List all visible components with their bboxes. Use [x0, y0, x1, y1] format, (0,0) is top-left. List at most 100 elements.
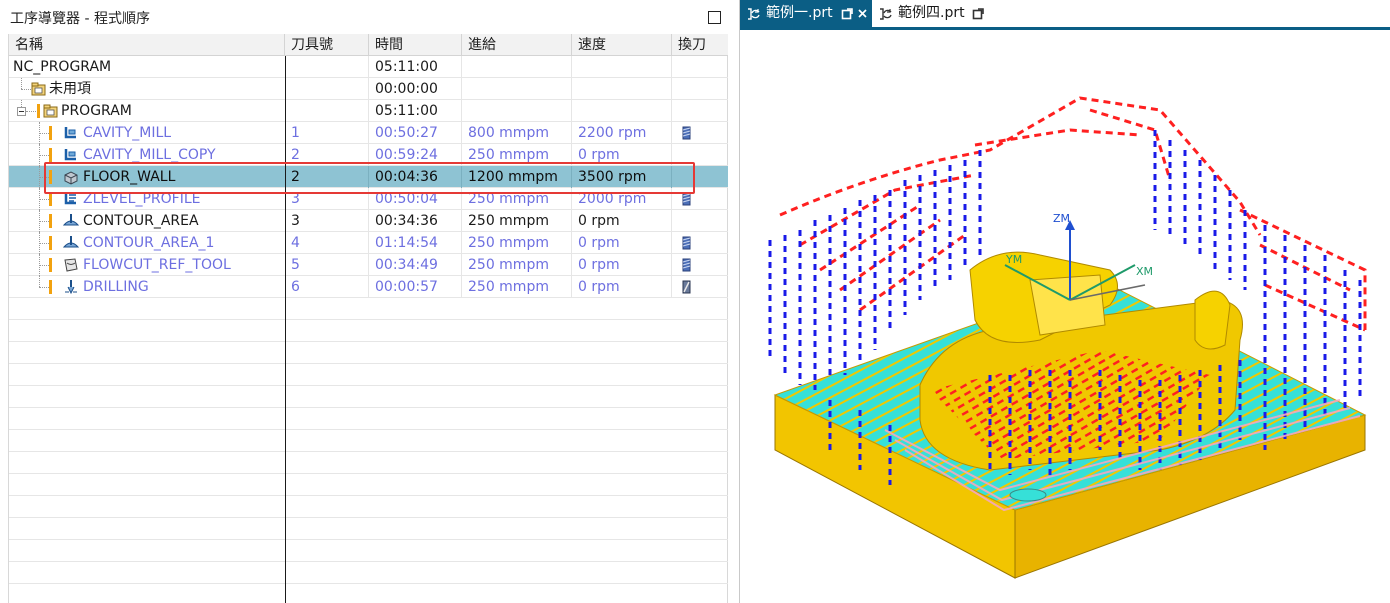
- column-header-name[interactable]: 名稱: [9, 34, 285, 56]
- empty-row: [9, 518, 728, 540]
- row-tool: 6: [285, 276, 369, 298]
- tab-example-1[interactable]: 範例一.prt: [740, 0, 872, 27]
- column-header-time[interactable]: 時間: [369, 34, 462, 56]
- warning-icon: [49, 258, 52, 272]
- column-splitter[interactable]: [285, 56, 286, 603]
- empty-row: [9, 342, 728, 364]
- table-row[interactable]: CAVITY_MILL 1 00:50:27 800 mmpm 2200 rpm: [9, 122, 728, 144]
- graphics-viewport[interactable]: ZM YM XM: [740, 30, 1390, 603]
- empty-row: [9, 430, 728, 452]
- empty-row: [9, 496, 728, 518]
- maximize-icon[interactable]: [708, 11, 721, 24]
- drill-hole: [1009, 488, 1047, 502]
- contour-area-operation-icon: [63, 236, 79, 248]
- empty-row: [9, 320, 728, 342]
- row-speed: 0 rpm: [572, 276, 672, 298]
- row-time: 00:00:57: [369, 276, 462, 298]
- tool-change-icon: [682, 236, 691, 250]
- row-feed: 250 mmpm: [462, 232, 572, 254]
- tool-change-icon: [682, 126, 691, 140]
- table-body: NC_PROGRAM 05:11:00 未用項 00:00:00 PROGRAM…: [9, 56, 728, 603]
- table-row[interactable]: CONTOUR_AREA_1 4 01:14:54 250 mmpm 0 rpm: [9, 232, 728, 254]
- empty-row: [9, 364, 728, 386]
- row-tool: [285, 56, 369, 78]
- row-speed: [572, 56, 672, 78]
- row-name: FLOWCUT_REF_TOOL: [83, 257, 231, 273]
- modified-icon: [841, 8, 853, 20]
- tab-label: 範例四.prt: [898, 5, 965, 21]
- tab-example-4[interactable]: 範例四.prt: [872, 0, 984, 27]
- part-post: [1194, 290, 1231, 350]
- row-name: PROGRAM: [61, 103, 132, 119]
- axis-label-x: XM: [1136, 265, 1153, 278]
- row-name: DRILLING: [83, 279, 149, 295]
- part-file-icon: [748, 8, 760, 20]
- row-feed: 250 mmpm: [462, 276, 572, 298]
- navigator-title: 工序導覽器 - 程式順序: [10, 11, 150, 27]
- toolpath-view: ZM YM XM: [768, 96, 1367, 579]
- folder-icon: [43, 104, 58, 118]
- row-time: 00:34:49: [369, 254, 462, 276]
- row-tool: 5: [285, 254, 369, 276]
- row-name: CONTOUR_AREA_1: [83, 235, 215, 251]
- empty-row: [9, 540, 728, 562]
- row-tool: [285, 100, 369, 122]
- row-speed: 2200 rpm: [572, 122, 672, 144]
- table-row[interactable]: NC_PROGRAM 05:11:00: [9, 56, 728, 78]
- table-row[interactable]: CONTOUR_AREA 3 00:34:36 250 mmpm 0 rpm: [9, 210, 728, 232]
- modified-icon: [972, 8, 984, 20]
- axis-label-z: ZM: [1053, 212, 1070, 225]
- row-speed: 0 rpm: [572, 254, 672, 276]
- row-tool: 3: [285, 210, 369, 232]
- row-feed: 250 mmpm: [462, 210, 572, 232]
- row-tool: 1: [285, 122, 369, 144]
- row-feed: 250 mmpm: [462, 254, 572, 276]
- row-tool: [285, 78, 369, 100]
- mill-operation-icon: [64, 127, 76, 139]
- row-feed: [462, 78, 572, 100]
- mill-operation-icon: [64, 149, 76, 161]
- warning-icon: [49, 280, 52, 294]
- selection-highlight-annotation: [44, 162, 695, 194]
- file-tab-bar: 範例一.prt 範例四.prt: [740, 0, 1390, 30]
- column-header-tool-change[interactable]: 換刀: [672, 34, 728, 56]
- column-header-feed[interactable]: 進給: [462, 34, 572, 56]
- drilling-operation-icon: [65, 280, 77, 295]
- row-time: 05:11:00: [369, 56, 462, 78]
- flowcut-operation-icon: [64, 258, 78, 272]
- column-header-row: 名稱 刀具號 時間 進給 速度 換刀: [9, 34, 728, 56]
- empty-row: [9, 298, 728, 320]
- row-name: CAVITY_MILL: [83, 125, 172, 141]
- empty-row: [9, 562, 728, 584]
- folder-icon: [31, 82, 46, 96]
- part-file-icon: [880, 8, 892, 20]
- row-name: NC_PROGRAM: [13, 59, 112, 75]
- row-feed: 800 mmpm: [462, 122, 572, 144]
- tab-label: 範例一.prt: [766, 5, 833, 21]
- tool-change-icon: [682, 258, 691, 272]
- warning-icon: [37, 104, 40, 118]
- column-header-speed[interactable]: 速度: [572, 34, 672, 56]
- row-speed: [572, 100, 672, 122]
- table-row[interactable]: PROGRAM 05:11:00: [9, 100, 728, 122]
- navigator-titlebar: 工序導覽器 - 程式順序: [0, 0, 739, 34]
- warning-icon: [49, 236, 52, 250]
- warning-icon: [49, 192, 52, 206]
- warning-icon: [49, 148, 52, 162]
- tool-change-icon: [682, 192, 691, 206]
- row-name: CONTOUR_AREA: [83, 213, 199, 229]
- empty-row: [9, 584, 728, 603]
- operation-table: 名稱 刀具號 時間 進給 速度 換刀 NC_PROGRAM 05:11:00 未…: [8, 34, 728, 603]
- empty-row: [9, 408, 728, 430]
- row-time: 05:11:00: [369, 100, 462, 122]
- row-name: 未用項: [49, 81, 91, 97]
- row-time: 00:50:27: [369, 122, 462, 144]
- table-row[interactable]: FLOWCUT_REF_TOOL 5 00:34:49 250 mmpm 0 r…: [9, 254, 728, 276]
- row-feed: [462, 100, 572, 122]
- collapse-icon[interactable]: [17, 107, 26, 116]
- close-icon[interactable]: [858, 9, 867, 18]
- graphics-window: 範例一.prt 範例四.prt ZM YM XM: [739, 0, 1390, 603]
- table-row[interactable]: DRILLING 6 00:00:57 250 mmpm 0 rpm: [9, 276, 728, 298]
- table-row[interactable]: 未用項 00:00:00: [9, 78, 728, 100]
- column-header-tool[interactable]: 刀具號: [285, 34, 369, 56]
